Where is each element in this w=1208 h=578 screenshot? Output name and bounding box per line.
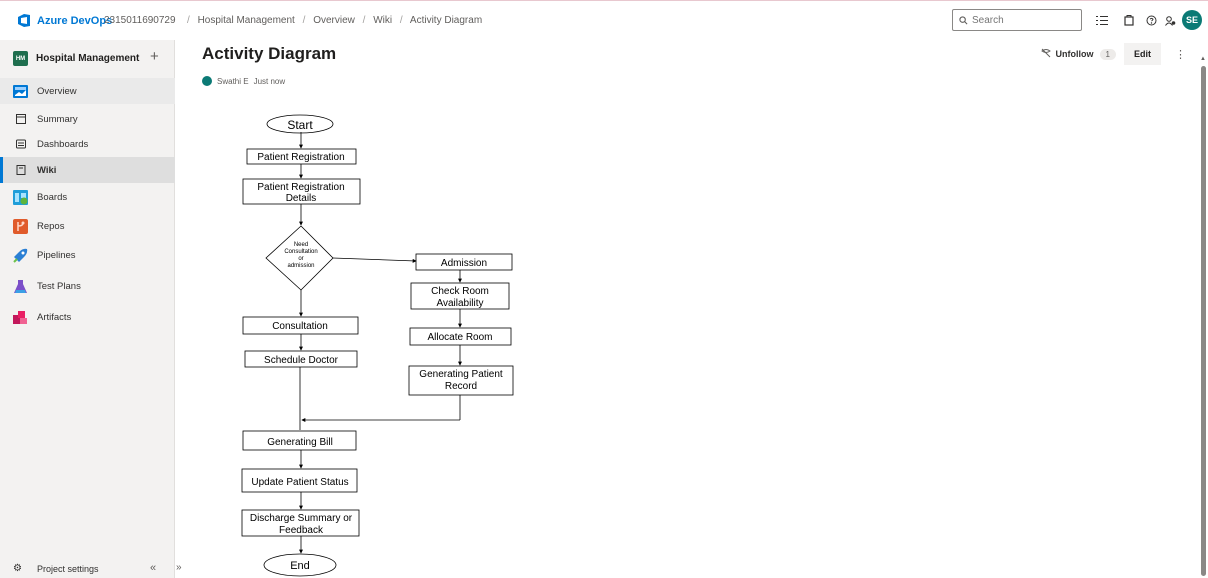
page: Azure DevOps 2315011690729 / Hospital Ma…	[0, 0, 1208, 578]
brand-link[interactable]: Azure DevOps	[37, 15, 112, 27]
sidebar-item-label: Test Plans	[37, 280, 81, 292]
sidebar-item-pipelines[interactable]: Pipelines	[0, 242, 175, 268]
gear-icon: ⚙	[13, 563, 22, 574]
generating-bill-label: Generating Bill	[267, 437, 333, 448]
sidebar-item-artifacts[interactable]: Artifacts	[0, 304, 175, 330]
generating-record-label: Generating Patient	[419, 369, 503, 380]
check-room-label: Check Room	[431, 286, 489, 297]
user-settings-icon[interactable]	[1163, 13, 1177, 27]
decision-label: Consultation	[284, 249, 317, 255]
overview-icon	[13, 84, 28, 99]
help-icon[interactable]	[1144, 13, 1158, 27]
breadcrumb-wiki[interactable]: Wiki	[373, 15, 392, 26]
decision-label: admission	[287, 263, 314, 269]
test-plans-icon	[13, 279, 28, 294]
start-label: Start	[287, 118, 313, 132]
project-name: Hospital Management	[36, 53, 140, 64]
sidebar-item-label: Summary	[37, 113, 78, 125]
vertical-scrollbar[interactable]: ▲	[1200, 56, 1206, 578]
boards-icon	[13, 189, 28, 205]
allocate-room-label: Allocate Room	[427, 332, 492, 343]
scrollbar-thumb[interactable]	[1201, 66, 1206, 576]
discharge-label: Feedback	[279, 525, 324, 536]
dashboards-icon	[16, 139, 26, 149]
decision-label: or	[298, 256, 303, 262]
breadcrumb-project[interactable]: Hospital Management	[198, 15, 295, 26]
breadcrumb-overview[interactable]: Overview	[313, 15, 355, 26]
schedule-doctor-label: Schedule Doctor	[264, 355, 339, 366]
wiki-icon	[16, 165, 26, 175]
end-label: End	[290, 560, 310, 572]
consultation-label: Consultation	[272, 321, 328, 332]
admission-label: Admission	[441, 258, 487, 269]
registration-details-label: Patient Registration	[257, 182, 344, 193]
task-list-icon[interactable]	[1095, 13, 1109, 27]
sidebar-item-label: Dashboards	[37, 138, 89, 150]
search-input[interactable]	[972, 14, 1072, 26]
search-icon	[959, 15, 968, 24]
patient-registration-label: Patient Registration	[257, 152, 344, 163]
sidebar-item-test-plans[interactable]: Test Plans	[0, 273, 175, 299]
new-item-button[interactable]: +	[150, 48, 159, 65]
check-room-label: Availability	[436, 298, 483, 309]
decision-label: Need	[294, 242, 308, 248]
sidebar-item-boards[interactable]: Boards	[0, 184, 175, 210]
sidebar-item-label: Overview	[37, 85, 77, 97]
update-status-label: Update Patient Status	[251, 477, 348, 488]
breadcrumb-page[interactable]: Activity Diagram	[410, 15, 482, 26]
sidebar-item-label: Boards	[37, 191, 68, 203]
sidebar-item-summary[interactable]: Summary	[0, 106, 175, 132]
search-box[interactable]	[952, 9, 1082, 31]
pipelines-icon	[13, 248, 28, 263]
breadcrumb-separator: /	[399, 15, 403, 26]
project-settings-button[interactable]: ⚙ Project settings «	[0, 560, 175, 578]
sidebar-item-label: Pipelines	[37, 249, 76, 261]
breadcrumb: / Hospital Management / Overview / Wiki …	[182, 15, 482, 26]
sidebar-item-dashboards[interactable]: Dashboards	[0, 131, 175, 157]
sidebar: HM Hospital Management + Overview Summar…	[0, 40, 175, 578]
wiki-content: Activity Diagram Swathi E Just now Unfol…	[176, 40, 1208, 578]
sidebar-item-label: Repos	[37, 220, 65, 232]
activity-diagram: Start Patient Registration Patient Regis…	[241, 114, 514, 577]
marketplace-icon[interactable]	[1122, 13, 1136, 27]
user-avatar[interactable]: SE	[1182, 10, 1202, 30]
repos-icon	[13, 218, 28, 234]
sidebar-item-wiki[interactable]: Wiki	[0, 157, 175, 183]
scroll-up-icon[interactable]: ▲	[1200, 56, 1206, 62]
summary-icon	[16, 114, 26, 124]
flow-arrow	[332, 257, 417, 263]
project-settings-label: Project settings	[37, 564, 99, 574]
project-badge: HM	[13, 51, 28, 66]
breadcrumb-separator: /	[302, 15, 306, 26]
registration-details-label: Details	[286, 193, 317, 204]
sidebar-item-repos[interactable]: Repos	[0, 213, 175, 239]
sidebar-item-label: Wiki	[37, 164, 57, 176]
sidebar-item-overview[interactable]: Overview	[0, 78, 175, 104]
breadcrumb-separator: /	[362, 15, 366, 26]
sidebar-item-label: Artifacts	[37, 311, 72, 323]
azure-devops-logo-icon[interactable]	[16, 12, 33, 29]
project-selector[interactable]: HM Hospital Management	[13, 51, 139, 66]
artifacts-icon	[13, 310, 28, 325]
generating-record-label: Record	[445, 381, 477, 392]
breadcrumb-separator: /	[187, 15, 190, 26]
collapse-sidebar-button[interactable]: «	[150, 562, 156, 574]
discharge-label: Discharge Summary or	[250, 513, 353, 524]
top-bar: Azure DevOps 2315011690729 / Hospital Ma…	[0, 0, 1208, 40]
organization-link[interactable]: 2315011690729	[104, 15, 176, 26]
